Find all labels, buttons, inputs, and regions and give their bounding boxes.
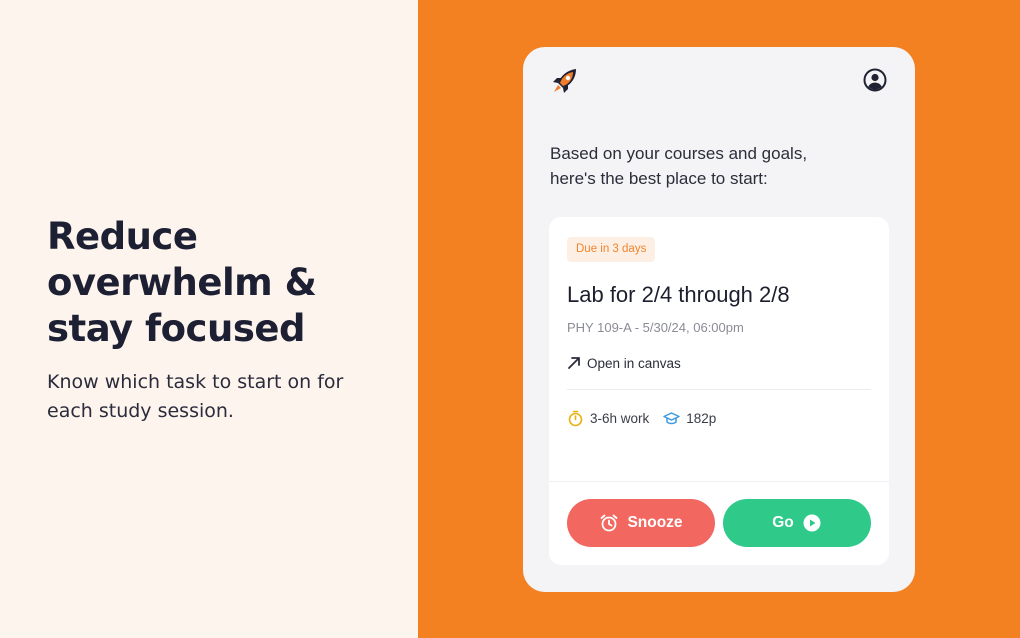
promo-headline: Reduce overwhelm & stay focused <box>47 214 387 352</box>
open-link-label: Open in canvas <box>587 355 681 371</box>
headline-line-3: stay focused <box>47 307 305 350</box>
promo-panel: Reduce overwhelm & stay focused Know whi… <box>0 0 418 638</box>
rocket-logo-icon <box>553 69 576 93</box>
account-icon[interactable] <box>863 68 887 92</box>
headline-line-2: overwhelm & <box>47 261 317 304</box>
headline-line-1: Reduce <box>47 215 198 258</box>
work-estimate: 3-6h work <box>567 410 649 427</box>
play-icon <box>803 514 821 532</box>
task-card: Due in 3 days Lab for 2/4 through 2/8 PH… <box>549 217 889 565</box>
alarm-clock-icon <box>601 514 618 532</box>
task-title: Lab for 2/4 through 2/8 <box>567 282 790 307</box>
app-window: Based on your courses and goals, here's … <box>523 47 915 592</box>
snooze-button[interactable]: Snooze <box>567 499 715 547</box>
timer-icon <box>568 410 583 426</box>
subhead-line-2: each study session. <box>47 400 234 422</box>
arrow-up-right-icon <box>568 357 580 369</box>
card-footer-divider <box>549 481 889 482</box>
subhead-line-1: Know which task to start on for <box>47 371 344 393</box>
card-divider <box>567 389 871 390</box>
graduation-cap-icon <box>663 411 681 424</box>
task-meta: PHY 109-A - 5/30/24, 06:00pm <box>567 320 744 335</box>
task-stats: 3-6h work 182p <box>567 407 716 429</box>
intro-text: Based on your courses and goals, here's … <box>550 141 880 191</box>
intro-line-2: here's the best place to start: <box>550 169 768 188</box>
go-button[interactable]: Go <box>723 499 871 547</box>
snooze-label: Snooze <box>627 514 683 531</box>
points: 182p <box>663 410 716 427</box>
work-estimate-label: 3-6h work <box>590 410 650 426</box>
due-badge: Due in 3 days <box>567 237 656 262</box>
intro-line-1: Based on your courses and goals, <box>550 144 808 163</box>
promo-subhead: Know which task to start on for each stu… <box>47 368 387 426</box>
open-in-canvas-link[interactable]: Open in canvas <box>567 353 681 373</box>
points-label: 182p <box>686 410 717 426</box>
go-label: Go <box>772 514 794 531</box>
